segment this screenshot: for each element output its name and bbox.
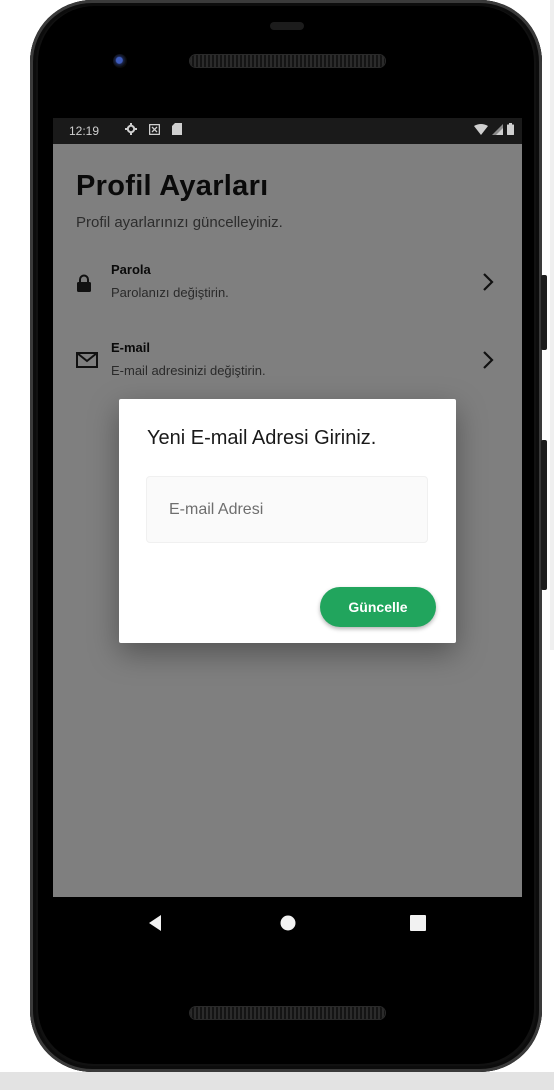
recents-button[interactable] xyxy=(388,897,448,953)
update-button[interactable]: Güncelle xyxy=(320,587,436,627)
settings-icon xyxy=(125,123,137,138)
notification-icon xyxy=(148,123,161,138)
back-icon xyxy=(147,914,163,937)
device-screen: 12:19 Profil Ayarları Profi xyxy=(53,118,522,897)
back-button[interactable] xyxy=(125,897,185,953)
front-camera-icon xyxy=(113,54,127,68)
bottom-speaker-grille xyxy=(190,1007,385,1019)
wifi-icon xyxy=(474,123,488,138)
signal-icon xyxy=(492,123,503,138)
recents-icon xyxy=(410,914,426,936)
email-dialog: Yeni E-mail Adresi Giriniz. Güncelle xyxy=(119,399,456,643)
status-bar: 12:19 xyxy=(53,118,522,144)
battery-icon xyxy=(507,123,514,138)
dialog-title: Yeni E-mail Adresi Giriniz. xyxy=(147,427,377,449)
top-speaker-grille xyxy=(190,55,385,67)
volume-button xyxy=(541,440,547,590)
status-time: 12:19 xyxy=(69,124,100,138)
email-input[interactable] xyxy=(146,476,428,543)
navigation-bar xyxy=(53,897,522,953)
power-button xyxy=(541,275,547,350)
background-strip xyxy=(0,1072,554,1090)
sensor xyxy=(270,22,304,30)
home-icon xyxy=(280,915,296,936)
home-button[interactable] xyxy=(258,897,318,953)
background-edge xyxy=(550,0,554,650)
sd-card-icon xyxy=(172,123,182,138)
